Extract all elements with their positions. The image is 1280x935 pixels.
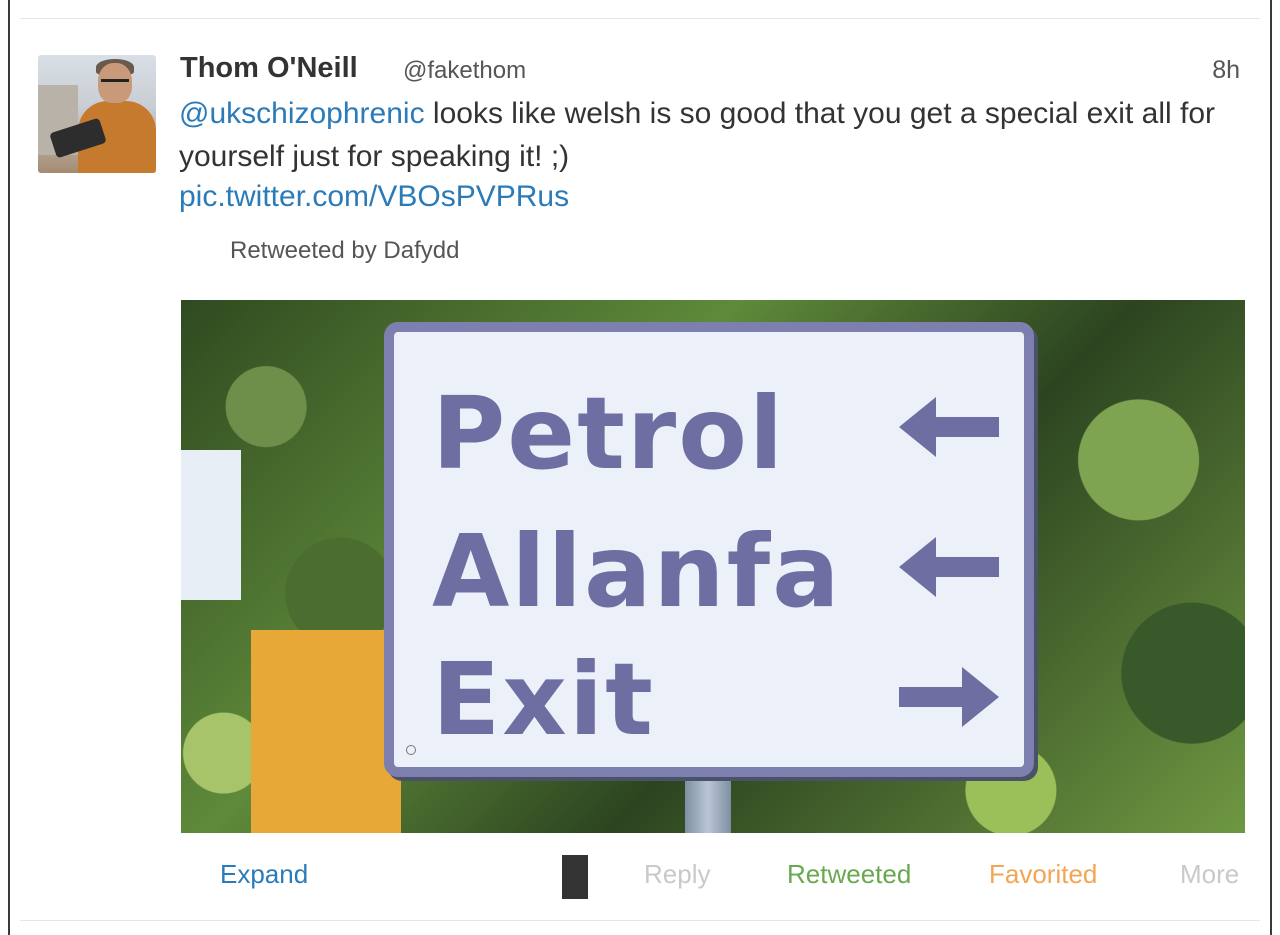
expand-button[interactable]: Expand: [220, 859, 308, 890]
sign-line-allanfa: Allanfa: [432, 513, 842, 630]
sign-line-petrol: Petrol: [432, 375, 786, 492]
tweet-photo[interactable]: Petrol Allanfa Exit: [181, 300, 1245, 833]
media-link[interactable]: pic.twitter.com/VBOsPVPRus: [179, 180, 569, 214]
tweet-text: @ukschizophrenic looks like welsh is so …: [179, 92, 1239, 178]
sign-line-exit: Exit: [432, 641, 655, 758]
divider: [20, 920, 1260, 921]
divider: [20, 18, 1260, 19]
retweet-button[interactable]: Retweeted: [787, 859, 911, 890]
road-sign: Petrol Allanfa Exit: [384, 322, 1034, 777]
redacted-block: [562, 855, 588, 899]
retweet-icon: [181, 240, 198, 260]
reply-button[interactable]: Reply: [644, 859, 710, 890]
mention-link[interactable]: @ukschizophrenic: [179, 97, 425, 130]
tweet-actions: Expand Reply Retweeted Favorited More: [0, 855, 1280, 899]
avatar[interactable]: [38, 55, 156, 173]
retweeted-by[interactable]: Retweeted by Dafydd: [230, 237, 459, 265]
left-arrow-icon: [899, 537, 999, 597]
sign-pole: [685, 770, 731, 833]
timestamp[interactable]: 8h: [1212, 56, 1240, 85]
right-arrow-icon: [899, 667, 999, 727]
favorite-button[interactable]: Favorited: [989, 859, 1097, 890]
left-arrow-icon: [899, 397, 999, 457]
author-handle[interactable]: @fakethom: [403, 57, 526, 85]
author-name[interactable]: Thom O'Neill: [180, 52, 358, 85]
more-button[interactable]: More: [1180, 859, 1239, 890]
